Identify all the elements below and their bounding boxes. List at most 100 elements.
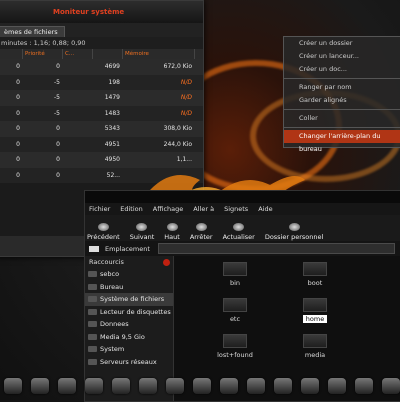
dock-app-icon[interactable] [328, 378, 346, 394]
button-label: Haut [164, 233, 180, 241]
cell: 0 [16, 78, 20, 86]
sidebar-item-label: sebco [100, 270, 120, 279]
sidebar-item-sebco[interactable]: sebco [85, 268, 173, 281]
menu-edit[interactable]: Edition [120, 205, 143, 213]
menu-separator [284, 127, 400, 128]
desktop-icon [88, 283, 97, 290]
menu-item-create-document[interactable]: Créer un doc... [284, 63, 400, 76]
menu-file[interactable]: Fichier [89, 205, 110, 213]
menu-item-paste[interactable]: Coller [284, 112, 400, 125]
up-icon [166, 223, 178, 231]
folder-boot[interactable]: boot [285, 262, 345, 287]
table-row[interactable]: 0 -5 198 N/D [0, 74, 203, 90]
tab-filesystems[interactable]: èmes de fichiers [0, 26, 65, 37]
sidebar-header[interactable]: Raccourcis [85, 256, 173, 268]
menu-view[interactable]: Affichage [153, 205, 184, 213]
menu-item-sort-by-name[interactable]: Ranger par nom [284, 81, 400, 94]
cell: 0 [56, 140, 60, 148]
folder-icon [303, 334, 327, 348]
menu-help[interactable]: Aide [258, 205, 272, 213]
drive-icon [88, 346, 97, 353]
dock-app-icon[interactable] [139, 378, 157, 394]
dock-app-icon[interactable] [58, 378, 76, 394]
forward-icon [136, 223, 148, 231]
column-header[interactable]: Mémoire [123, 49, 195, 59]
network-icon [88, 358, 97, 365]
load-average: minutes : 1,16; 0,88; 0,90 [0, 37, 203, 49]
cell: 0 [56, 156, 60, 164]
folder-etc[interactable]: etc [205, 298, 265, 323]
sidebar-item-system[interactable]: System [85, 343, 173, 356]
column-header[interactable] [0, 49, 23, 59]
back-button[interactable]: Précédent [87, 223, 120, 241]
sidebar-item-media[interactable]: Media 9,5 Gio [85, 331, 173, 344]
column-header[interactable]: C... [63, 49, 93, 59]
cell: 244,0 Kio [163, 140, 192, 148]
dock-app-icon[interactable] [301, 378, 319, 394]
column-header[interactable] [93, 49, 123, 59]
table-row[interactable]: 0 -5 1483 N/D [0, 105, 203, 121]
table-header: Priorité C... Mémoire [0, 49, 203, 59]
menu-item-create-folder[interactable]: Créer un dossier [284, 37, 400, 50]
location-toggle-icon[interactable] [89, 245, 99, 252]
folder-icon [303, 262, 327, 276]
menu-item-keep-aligned[interactable]: Garder alignés [284, 94, 400, 107]
folder-lost-found[interactable]: lost+found [205, 334, 265, 359]
column-header[interactable]: Priorité [23, 49, 63, 59]
cell: 4699 [104, 63, 120, 71]
cell: 0 [56, 125, 60, 133]
sidebar-close-icon[interactable] [163, 258, 170, 266]
dock-app-icon[interactable] [382, 378, 400, 394]
dock-app-icon[interactable] [355, 378, 373, 394]
cell: 0 [16, 125, 20, 133]
sidebar-item-filesystem[interactable]: Système de fichiers [85, 293, 173, 306]
file-manager-window: Fichier Edition Affichage Aller à Signet… [84, 190, 400, 402]
cell: -5 [54, 78, 60, 86]
cell: 1479 [104, 94, 120, 102]
sidebar-item-network[interactable]: Serveurs réseaux [85, 356, 173, 369]
folder-media[interactable]: media [285, 334, 345, 359]
window-titlebar[interactable]: Moniteur système [0, 1, 203, 23]
folder-bin[interactable]: bin [205, 262, 265, 287]
location-input[interactable] [157, 243, 395, 254]
sidebar-item-donnees[interactable]: Donnees [85, 318, 173, 331]
menu-item-change-background[interactable]: Changer l'arrière-plan du bureau [284, 130, 400, 153]
home-folder-button[interactable]: Dossier personnel [265, 223, 323, 241]
cell: 4951 [104, 140, 120, 148]
dock-app-icon[interactable] [247, 378, 265, 394]
sidebar-item-label: Lecteur de disquettes [100, 307, 171, 316]
cell: 0 [16, 156, 20, 164]
cell: 52... [106, 171, 120, 179]
button-label: Précédent [87, 233, 120, 241]
folder-icon [223, 334, 247, 348]
dock-app-icon[interactable] [112, 378, 130, 394]
folder-home[interactable]: home [285, 298, 345, 323]
sidebar-item-desktop[interactable]: Bureau [85, 281, 173, 294]
dock-app-icon[interactable] [31, 378, 49, 394]
cell: 198 [108, 78, 120, 86]
dock-app-icon[interactable] [193, 378, 211, 394]
stop-icon [195, 223, 207, 231]
menu-go[interactable]: Aller à [193, 205, 214, 213]
table-row[interactable]: 0 0 4699 672,0 Kio [0, 59, 203, 75]
dock-app-icon[interactable] [4, 378, 22, 394]
location-label: Emplacement [105, 244, 150, 253]
menu-item-create-launcher[interactable]: Créer un lanceur... [284, 50, 400, 63]
sidebar-item-floppy[interactable]: Lecteur de disquettes [85, 306, 173, 319]
refresh-button[interactable]: Actualiser [223, 223, 255, 241]
menu-bookmarks[interactable]: Signets [224, 205, 248, 213]
forward-button[interactable]: Suivant [130, 223, 154, 241]
dock-app-icon[interactable] [220, 378, 238, 394]
stop-button[interactable]: Arrêter [190, 223, 213, 241]
table-row[interactable]: 0 -5 1479 N/D [0, 90, 203, 106]
folder-label: etc [229, 315, 241, 323]
up-button[interactable]: Haut [164, 223, 180, 241]
menu-separator [284, 78, 400, 79]
dock-app-icon[interactable] [166, 378, 184, 394]
menu-separator [284, 109, 400, 110]
dock-app-icon[interactable] [85, 378, 103, 394]
window-titlebar[interactable] [85, 191, 400, 203]
sidebar-item-label: System [100, 345, 125, 354]
dock-app-icon[interactable] [274, 378, 292, 394]
table-row[interactable]: 0 0 5343 308,0 Kio [0, 121, 203, 137]
